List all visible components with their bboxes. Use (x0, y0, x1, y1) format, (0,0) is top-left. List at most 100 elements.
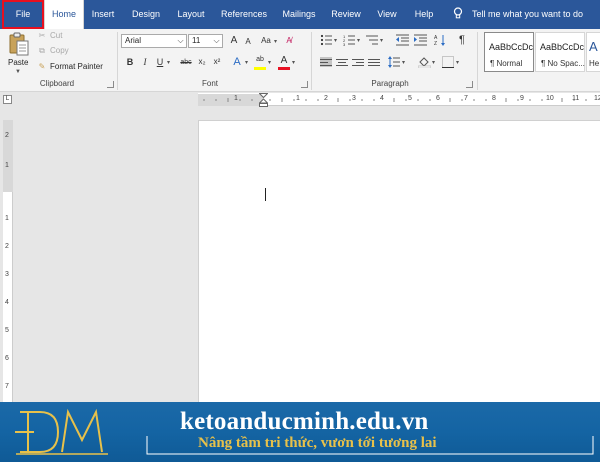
horizontal-ruler[interactable]: 1 1 2 3 4 5 6 7 8 9 10 11 12 (198, 93, 600, 107)
bullets-icon[interactable] (320, 34, 332, 46)
align-left-icon[interactable] (320, 57, 332, 67)
style-name: ¶ Normal (490, 59, 523, 68)
numbering-dropdown-icon[interactable]: ▾ (357, 37, 360, 44)
indent-marker-icon[interactable] (259, 93, 268, 107)
change-case-dropdown-icon[interactable]: ▾ (274, 38, 277, 45)
align-right-icon[interactable] (352, 57, 364, 67)
copy-button[interactable]: ⧉ Copy (37, 46, 69, 56)
font-color-button[interactable]: A (278, 55, 290, 67)
shading-icon[interactable] (418, 56, 431, 68)
tab-insert[interactable]: Insert (86, 0, 120, 29)
ruler-number: 2 (5, 243, 9, 250)
justify-icon[interactable] (368, 57, 380, 67)
ribbon-tab-bar: File Home Insert Design Layout Reference… (0, 0, 600, 30)
style-heading-1[interactable]: A He (586, 32, 600, 72)
tell-me-label: Tell me what you want to do (472, 9, 584, 19)
subscript-button[interactable]: x₂ (196, 56, 208, 68)
copy-icon: ⧉ (39, 46, 45, 55)
ruler-number: 6 (5, 355, 9, 362)
paintbrush-icon: ✎ (38, 62, 46, 71)
highlight-dropdown-icon[interactable]: ▾ (268, 59, 271, 66)
ducminh-logo (15, 408, 108, 455)
underline-button[interactable]: U (154, 56, 166, 68)
font-name-value: Arial (125, 36, 142, 45)
document-page[interactable] (198, 120, 600, 402)
chevron-down-icon[interactable]: ⌵ (212, 35, 221, 47)
increase-indent-icon[interactable] (414, 34, 427, 46)
font-size-combo[interactable]: 11 ⌵ (188, 34, 223, 48)
borders-dropdown-icon[interactable]: ▾ (456, 59, 459, 66)
shrink-font-button[interactable]: A (242, 36, 254, 48)
font-color-bar (278, 67, 290, 70)
tab-design[interactable]: Design (128, 0, 164, 29)
font-group-label: Font (201, 79, 218, 88)
ribbon-home: Paste ▼ ✂ Cut ⧉ Copy ✎ Format Painter Clipb… (0, 29, 600, 92)
tab-home[interactable]: Home (44, 0, 84, 30)
grow-font-button[interactable]: A (228, 35, 240, 47)
svg-text:Z: Z (434, 41, 437, 46)
scissors-icon: ✂ (38, 31, 46, 40)
line-spacing-dropdown-icon[interactable]: ▾ (402, 59, 405, 66)
lightbulb-icon (453, 7, 463, 19)
strikethrough-button[interactable]: abc (178, 57, 194, 69)
clipboard-launcher-icon[interactable] (107, 81, 114, 88)
paste-dropdown-icon[interactable]: ▼ (15, 69, 21, 75)
ruler-number: 1 (234, 95, 238, 102)
format-painter-button[interactable]: ✎ Format Painter (37, 62, 103, 71)
tab-view[interactable]: View (372, 0, 402, 29)
superscript-button[interactable]: x² (211, 56, 223, 68)
numbering-icon[interactable]: 123 (343, 34, 355, 46)
text-cursor (265, 188, 266, 201)
ruler-number: 4 (5, 299, 9, 306)
group-divider (311, 32, 312, 90)
paste-icon[interactable] (8, 32, 30, 56)
align-center-icon[interactable] (336, 57, 348, 67)
decrease-indent-icon[interactable] (396, 34, 409, 46)
italic-button[interactable]: I (139, 56, 151, 68)
borders-icon[interactable] (442, 56, 454, 68)
font-color-dropdown-icon[interactable]: ▾ (292, 59, 295, 66)
underline-dropdown-icon[interactable]: ▾ (167, 59, 170, 66)
tab-references[interactable]: References (218, 0, 270, 29)
cut-button[interactable]: ✂ Cut (37, 31, 63, 40)
tagline: Nâng tầm tri thức, vươn tới tương lai (198, 435, 437, 451)
paragraph-group-label: Paragraph (371, 79, 409, 88)
paragraph-launcher-icon[interactable] (466, 81, 473, 88)
bullets-dropdown-icon[interactable]: ▾ (334, 37, 337, 44)
tab-mailings[interactable]: Mailings (278, 0, 320, 29)
text-effects-button[interactable]: A (231, 56, 243, 68)
show-formatting-marks-button[interactable]: ¶ (456, 34, 468, 46)
ruler-number: 1 (5, 215, 9, 222)
tab-review[interactable]: Review (328, 0, 364, 29)
tell-me-search[interactable]: Tell me what you want to do (452, 0, 583, 29)
text-effects-dropdown-icon[interactable]: ▾ (245, 59, 248, 66)
watermark-banner: ketoanducminh.edu.vn Nâng tầm tri thức, … (0, 402, 600, 462)
bold-button[interactable]: B (124, 56, 136, 68)
paste-button[interactable]: Paste (8, 58, 28, 67)
style-normal[interactable]: AaBbCcDc ¶ Normal (484, 32, 534, 72)
tab-file[interactable]: File (2, 0, 44, 29)
sort-icon[interactable]: AZ (434, 34, 446, 46)
ruler-number: 9 (520, 95, 524, 102)
multilevel-list-icon[interactable] (366, 34, 378, 46)
font-launcher-icon[interactable] (301, 81, 308, 88)
style-no-spacing[interactable]: AaBbCcDc ¶ No Spac... (535, 32, 585, 72)
chevron-down-icon[interactable]: ⌵ (176, 35, 185, 47)
multilevel-dropdown-icon[interactable]: ▾ (380, 37, 383, 44)
ruler-number: 7 (464, 95, 468, 102)
tab-selector[interactable]: L (3, 95, 12, 104)
highlight-button[interactable]: ab (254, 54, 266, 66)
vertical-ruler[interactable]: 2 1 1 2 3 4 5 6 7 (3, 120, 13, 402)
change-case-button[interactable]: Aa (258, 35, 274, 47)
tab-help[interactable]: Help (410, 0, 438, 29)
ruler-number: 10 (546, 95, 554, 102)
svg-text:3: 3 (343, 42, 346, 46)
font-name-combo[interactable]: Arial ⌵ (121, 34, 187, 48)
tab-layout[interactable]: Layout (172, 0, 210, 29)
clear-formatting-icon[interactable]: A̸ (283, 35, 295, 47)
shading-dropdown-icon[interactable]: ▾ (432, 59, 435, 66)
ruler-number: 2 (324, 95, 328, 102)
line-spacing-icon[interactable] (388, 56, 400, 68)
document-workspace: L 1 1 2 3 4 5 6 7 8 9 10 11 12 2 1 1 2 3… (0, 92, 600, 402)
group-divider (117, 32, 118, 90)
